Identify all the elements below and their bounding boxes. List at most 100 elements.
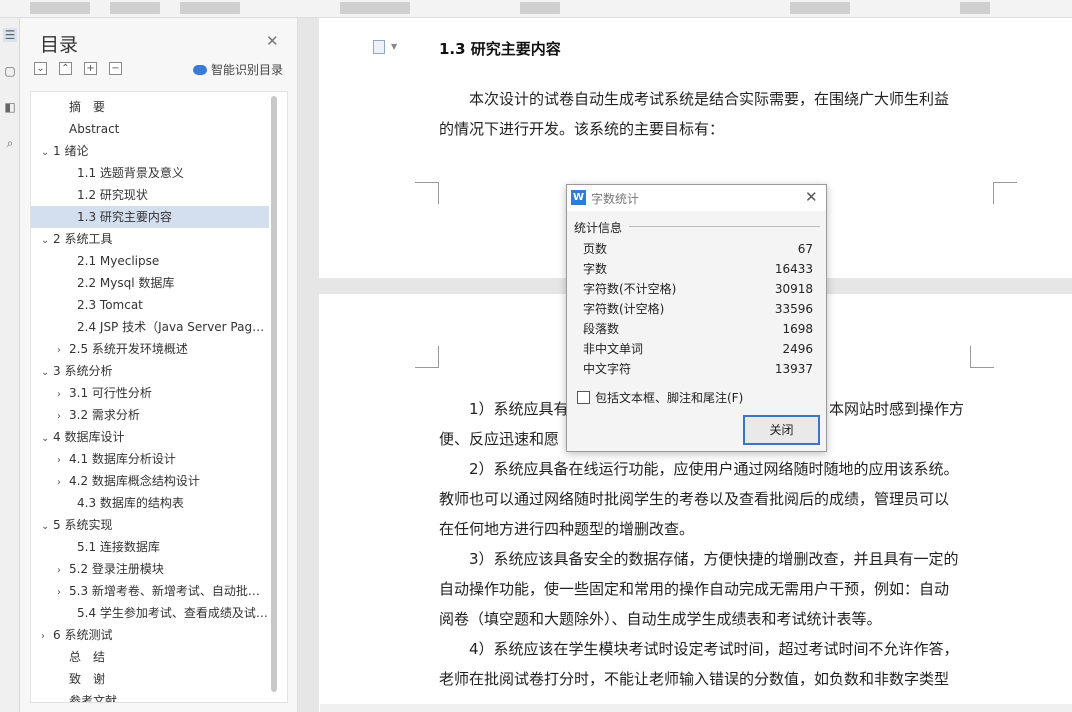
page-corner-mark bbox=[415, 346, 439, 368]
search-icon[interactable]: ⌕ bbox=[3, 136, 17, 150]
stat-row: 字符数(不计空格) 30918 bbox=[583, 279, 813, 299]
close-button[interactable]: 关闭 bbox=[743, 415, 820, 445]
outline-item[interactable]: 5.4 学生参加考试、查看成绩及试… bbox=[31, 602, 269, 624]
outline-item[interactable]: 2.4 JSP 技术（Java Server Page… bbox=[31, 316, 269, 338]
outline-icon[interactable]: ☰ bbox=[3, 28, 17, 42]
outline-item[interactable]: 5.1 连接数据库 bbox=[31, 536, 269, 558]
outline-item[interactable]: ⌄ 4 数据库设计 bbox=[31, 426, 269, 448]
paragraph-line: 在任何地方进行四种题型的增删改查。 bbox=[439, 520, 695, 538]
remove-icon[interactable]: − bbox=[109, 62, 122, 75]
chevron-right-icon[interactable]: › bbox=[57, 472, 69, 492]
chevron-down-icon[interactable]: ⌄ bbox=[41, 428, 53, 448]
chevron-right-icon[interactable]: › bbox=[57, 560, 69, 580]
outline-item[interactable]: ⌄ 5 系统实现 bbox=[31, 514, 269, 536]
outline-item[interactable]: 总 结 bbox=[31, 646, 269, 668]
outline-item-label: 5.3 新增考卷、新增考试、自动批… bbox=[69, 584, 260, 598]
outline-scrollbar[interactable] bbox=[271, 96, 277, 692]
toolbar-button[interactable] bbox=[790, 2, 850, 14]
outline-item[interactable]: › 6 系统测试 bbox=[31, 624, 269, 646]
chevron-down-icon[interactable]: ⌄ bbox=[41, 230, 53, 250]
include-textbox-checkbox[interactable] bbox=[577, 391, 590, 404]
chevron-right-icon[interactable]: › bbox=[57, 406, 69, 426]
paragraph-line: 2）系统应具备在线运行功能，应使用户通过网络随时随地的应用该系统。 bbox=[439, 460, 959, 478]
outline-panel: 目录 ✕ ⌄ ⌃ + − 智能识别目录 摘 要 Abstract ⌄ 1 绪论 1.1 … bbox=[20, 18, 298, 712]
chevron-right-icon[interactable]: › bbox=[57, 450, 69, 470]
chevron-down-icon[interactable]: ⌄ bbox=[41, 516, 53, 536]
horizontal-scrollbar[interactable] bbox=[320, 704, 1072, 712]
outline-item[interactable]: › 5.3 新增考卷、新增考试、自动批… bbox=[31, 580, 269, 602]
document-icon[interactable] bbox=[373, 40, 385, 54]
close-icon[interactable]: ✕ bbox=[805, 188, 818, 206]
outline-item-label: 5 系统实现 bbox=[53, 518, 113, 532]
expand-all-icon[interactable]: ⌃ bbox=[59, 62, 72, 75]
add-icon[interactable]: + bbox=[84, 62, 97, 75]
bookmark-icon[interactable]: ◧ bbox=[3, 100, 17, 114]
stat-label: 字符数(不计空格) bbox=[583, 282, 677, 296]
page-corner-mark bbox=[415, 182, 439, 204]
chevron-down-icon[interactable]: ⌄ bbox=[41, 362, 53, 382]
dialog-titlebar: W 字数统计 ✕ bbox=[567, 185, 826, 211]
paragraph-line: 教师也可以通过网络随时批阅学生的考卷以及查看批阅后的成绩，管理员可以 bbox=[439, 490, 950, 508]
chevron-down-icon[interactable]: ⌄ bbox=[41, 142, 53, 162]
outline-item[interactable]: ⌄ 2 系统工具 bbox=[31, 228, 269, 250]
outline-item[interactable]: 1.1 选题背景及意义 bbox=[31, 162, 269, 184]
outline-item-label: 3.1 可行性分析 bbox=[69, 386, 152, 400]
toolbar-button[interactable] bbox=[180, 2, 240, 14]
outline-item[interactable]: 1.2 研究现状 bbox=[31, 184, 269, 206]
toolbar-button[interactable] bbox=[520, 2, 560, 14]
outline-item-label: 1.2 研究现状 bbox=[77, 188, 148, 202]
outline-item[interactable]: 参考文献 bbox=[31, 690, 269, 702]
outline-item[interactable]: ⌄ 1 绪论 bbox=[31, 140, 269, 162]
outline-item[interactable]: 1.3 研究主要内容 bbox=[31, 206, 269, 228]
outline-item[interactable]: › 4.2 数据库概念结构设计 bbox=[31, 470, 269, 492]
paragraph-line: 1）系统应具有 bbox=[439, 400, 569, 418]
outline-item[interactable]: › 2.5 系统开发环境概述 bbox=[31, 338, 269, 360]
outline-item[interactable]: 2.3 Tomcat bbox=[31, 294, 269, 316]
outline-item-label: 1 绪论 bbox=[53, 144, 89, 158]
outline-item-label: 5.1 连接数据库 bbox=[77, 540, 160, 554]
outline-item-label: 5.4 学生参加考试、查看成绩及试… bbox=[77, 606, 268, 620]
outline-item[interactable]: › 3.2 需求分析 bbox=[31, 404, 269, 426]
outline-tree: 摘 要 Abstract ⌄ 1 绪论 1.1 选题背景及意义 1.2 研究现状 1.3 研… bbox=[30, 91, 288, 703]
stat-row: 页数 67 bbox=[583, 239, 813, 259]
outline-item[interactable]: 2.1 Myeclipse bbox=[31, 250, 269, 272]
stat-value: 30918 bbox=[774, 282, 813, 296]
stat-value: 2496 bbox=[782, 342, 813, 356]
outline-item-label: Abstract bbox=[69, 122, 120, 136]
close-icon[interactable]: ✕ bbox=[266, 32, 279, 50]
outline-item[interactable]: › 4.1 数据库分析设计 bbox=[31, 448, 269, 470]
toolbar-button[interactable] bbox=[30, 2, 90, 14]
outline-item-label: 4.1 数据库分析设计 bbox=[69, 452, 176, 466]
page-icon[interactable]: ▢ bbox=[3, 64, 17, 78]
outline-item[interactable]: 致 谢 bbox=[31, 668, 269, 690]
outline-item[interactable]: 2.2 Mysql 数据库 bbox=[31, 272, 269, 294]
outline-item[interactable]: Abstract bbox=[31, 118, 269, 140]
outline-item-label: 总 结 bbox=[69, 650, 106, 664]
toolbar-button[interactable] bbox=[960, 2, 990, 14]
outline-item-label: 3.2 需求分析 bbox=[69, 408, 140, 422]
chevron-right-icon[interactable]: › bbox=[41, 626, 53, 646]
outline-item[interactable]: 摘 要 bbox=[31, 96, 269, 118]
chevron-down-icon[interactable]: ▼ bbox=[391, 42, 397, 51]
stat-value: 13937 bbox=[774, 362, 813, 376]
paragraph-line: 4）系统应该在学生模块考试时设定考试时间，超过考试时间不允许作答， bbox=[439, 640, 959, 658]
smart-toc-button[interactable]: 智能识别目录 bbox=[193, 61, 283, 78]
outline-item[interactable]: › 5.2 登录注册模块 bbox=[31, 558, 269, 580]
toolbar-button[interactable] bbox=[340, 2, 410, 14]
outline-item[interactable]: ⌄ 3 系统分析 bbox=[31, 360, 269, 382]
outline-item[interactable]: › 3.1 可行性分析 bbox=[31, 382, 269, 404]
outline-item[interactable]: 4.3 数据库的结构表 bbox=[31, 492, 269, 514]
toolbar-button[interactable] bbox=[110, 2, 160, 14]
stat-label: 字符数(计空格) bbox=[583, 302, 665, 316]
outline-item-label: 1.1 选题背景及意义 bbox=[77, 166, 184, 180]
outline-item-label: 1.3 研究主要内容 bbox=[77, 210, 172, 224]
side-icon-rail: ☰ ▢ ◧ ⌕ bbox=[0, 18, 20, 712]
chevron-right-icon[interactable]: › bbox=[57, 384, 69, 404]
paragraph-line: 本次设计的试卷自动生成考试系统是结合实际需要，在围绕广大师生利益 bbox=[439, 90, 950, 108]
stat-label: 中文字符 bbox=[583, 362, 632, 376]
paragraph-line: 阅卷（填空题和大题除外）、自动生成学生成绩表和考试统计表等。 bbox=[439, 610, 882, 628]
stat-label: 段落数 bbox=[583, 322, 620, 336]
collapse-all-icon[interactable]: ⌄ bbox=[34, 62, 47, 75]
chevron-right-icon[interactable]: › bbox=[57, 582, 69, 602]
chevron-right-icon[interactable]: › bbox=[57, 340, 69, 360]
